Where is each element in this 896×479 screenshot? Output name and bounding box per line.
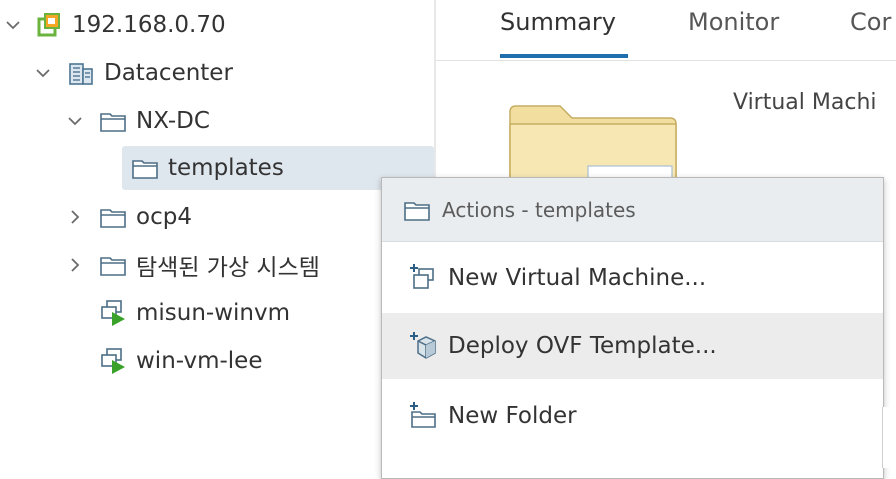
background-panel-edge [882,407,896,468]
tab-bar: Summary Monitor Cor [436,0,896,61]
expand-caret-discovered[interactable] [62,252,88,278]
folder-icon [130,153,160,183]
folder-icon [98,202,128,232]
menu-item-label: New Virtual Machine... [448,265,707,291]
tab-monitor[interactable]: Monitor [688,8,779,36]
inventory-tree: 192.168.0.70 Datacenter NX-DC templates … [0,0,434,468]
folder-icon [98,106,128,136]
tree-item-label: Datacenter [104,60,233,86]
tree-item-label: ocp4 [136,204,192,230]
tree-item-vcenter[interactable]: 192.168.0.70 [34,5,226,45]
tree-item-label: misun-winvm [136,300,291,326]
datacenter-icon [66,58,96,88]
tree-item-ocp4[interactable]: ocp4 [98,197,192,237]
tree-item-label: NX-DC [136,108,210,134]
tree-item-win-vm-lee[interactable]: win-vm-lee [98,341,262,381]
chevron-down-icon [6,21,20,30]
vm-running-icon [98,298,128,328]
tree-item-datacenter[interactable]: Datacenter [66,53,233,93]
chevron-right-icon [71,210,80,224]
tree-item-label: 192.168.0.70 [72,12,226,38]
chevron-right-icon [71,258,80,272]
menu-item-label: New Folder [448,403,577,429]
folder-icon [402,195,432,225]
menu-item-deploy-ovf[interactable]: Deploy OVF Template... [382,313,883,379]
menu-item-new-vm[interactable]: New Virtual Machine... [382,245,883,311]
expand-caret-nx-dc[interactable] [62,108,88,134]
summary-heading: Virtual Machi [733,90,877,115]
tab-configure[interactable]: Cor [850,8,891,36]
deploy-ovf-icon [408,331,438,361]
chevron-down-icon [36,69,50,78]
tree-item-label: templates [168,155,284,181]
menu-item-new-folder[interactable]: New Folder [382,383,883,449]
actions-context-menu: Actions - templates New Virtual Machine.… [381,177,884,479]
menu-header-label: Actions - templates [442,197,636,222]
active-tab-indicator [500,54,628,58]
tree-item-nx-dc[interactable]: NX-DC [98,101,210,141]
vm-running-icon [98,346,128,376]
menu-header: Actions - templates [382,178,883,242]
new-vm-icon [408,263,438,293]
tab-summary[interactable]: Summary [500,8,616,36]
expand-caret-ocp4[interactable] [62,204,88,230]
menu-item-label: Deploy OVF Template... [448,333,717,359]
tree-item-discovered-vms[interactable]: 탐색된 가상 시스템 [98,245,320,285]
new-folder-icon [408,401,438,431]
tree-item-label: 탐색된 가상 시스템 [136,255,320,281]
tree-item-misun-winvm[interactable]: misun-winvm [98,293,290,333]
expand-caret-vcenter[interactable] [0,12,26,38]
folder-icon [98,250,128,280]
tree-item-label: win-vm-lee [136,348,263,374]
chevron-down-icon [68,117,82,126]
expand-caret-datacenter[interactable] [30,60,56,86]
vcenter-icon [34,10,64,40]
